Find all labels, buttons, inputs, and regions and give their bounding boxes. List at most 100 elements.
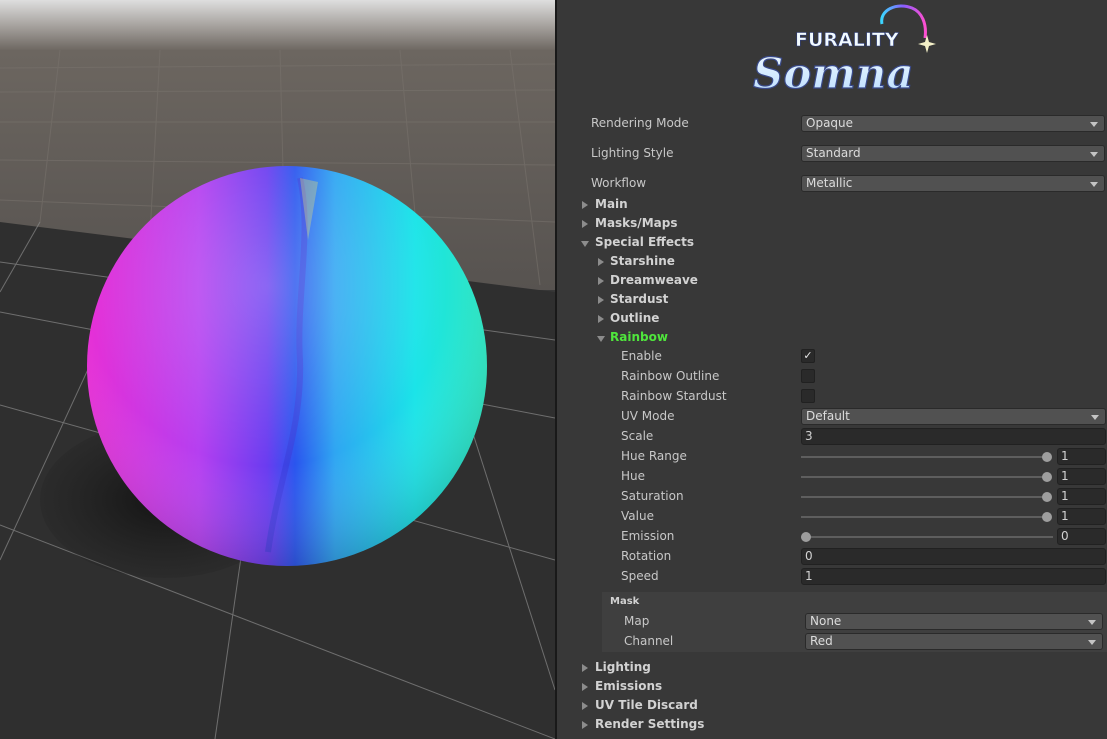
rotation-row: Rotation 0 <box>557 547 1107 566</box>
section-render-settings-label: Render Settings <box>595 717 705 731</box>
subsection-outline[interactable]: Outline <box>557 309 1107 328</box>
rainbow-outline-checkbox[interactable] <box>801 369 815 383</box>
scale-row: Scale 3 <box>557 427 1107 446</box>
scene-viewport <box>0 0 555 739</box>
uv-mode-label: UV Mode <box>621 409 675 423</box>
value-label: Value <box>621 509 654 523</box>
enable-label: Enable <box>621 349 662 363</box>
speed-row: Speed 1 <box>557 567 1107 586</box>
section-main-label: Main <box>595 197 628 211</box>
mask-channel-label: Channel <box>624 634 674 648</box>
hue-slider-thumb[interactable] <box>1042 472 1052 482</box>
hue-value: 1 <box>1061 469 1069 483</box>
section-emissions[interactable]: Emissions <box>557 677 1107 696</box>
hue-range-slider-track[interactable] <box>801 456 1047 458</box>
value-row: Value 1 <box>557 507 1107 526</box>
section-render-settings[interactable]: Render Settings <box>557 715 1107 734</box>
section-main[interactable]: Main <box>557 195 1107 214</box>
subsection-stardust-label: Stardust <box>610 292 669 306</box>
section-lighting-label: Lighting <box>595 660 651 674</box>
saturation-value: 1 <box>1061 489 1069 503</box>
svg-text:Somna: Somna <box>753 49 914 98</box>
saturation-slider-thumb[interactable] <box>1042 492 1052 502</box>
scene-view[interactable] <box>0 0 555 739</box>
section-special-effects-label: Special Effects <box>595 235 695 249</box>
scale-input[interactable]: 3 <box>801 428 1106 445</box>
saturation-input[interactable]: 1 <box>1057 488 1106 505</box>
hue-label: Hue <box>621 469 646 483</box>
chevron-down-icon <box>1091 415 1099 420</box>
subsection-rainbow[interactable]: Rainbow <box>557 328 1107 347</box>
emission-slider-track[interactable] <box>801 536 1053 538</box>
speed-input[interactable]: 1 <box>801 568 1106 585</box>
mask-map-row: Map None <box>557 612 1107 631</box>
enable-checkbox[interactable]: ✓ <box>801 349 815 363</box>
lighting-style-dropdown[interactable]: Standard <box>801 145 1105 162</box>
rainbow-stardust-label: Rainbow Stardust <box>621 389 727 403</box>
chevron-down-icon <box>1088 640 1096 645</box>
hue-range-slider-thumb[interactable] <box>1042 452 1052 462</box>
uv-mode-value: Default <box>806 409 850 423</box>
foldout-collapsed-icon <box>582 664 588 672</box>
hue-row: Hue 1 <box>557 467 1107 486</box>
rendering-mode-dropdown[interactable]: Opaque <box>801 115 1105 132</box>
workflow-dropdown[interactable]: Metallic <box>801 175 1105 192</box>
foldout-collapsed-icon <box>582 220 588 228</box>
mask-channel-dropdown[interactable]: Red <box>805 633 1103 650</box>
hue-range-row: Hue Range 1 <box>557 447 1107 466</box>
emission-input[interactable]: 0 <box>1057 528 1106 545</box>
scale-value: 3 <box>805 429 813 443</box>
svg-text:FURALITY: FURALITY <box>795 29 899 51</box>
subsection-starshine[interactable]: Starshine <box>557 252 1107 271</box>
subsection-rainbow-label: Rainbow <box>610 330 668 344</box>
uv-mode-dropdown[interactable]: Default <box>801 408 1106 425</box>
foldout-collapsed-icon <box>582 721 588 729</box>
rotation-label: Rotation <box>621 549 672 563</box>
checkmark-icon: ✓ <box>803 349 813 362</box>
foldout-collapsed-icon <box>582 702 588 710</box>
rainbow-stardust-row: Rainbow Stardust <box>557 387 1107 406</box>
section-uv-tile-discard-label: UV Tile Discard <box>595 698 698 712</box>
subsection-dreamweave[interactable]: Dreamweave <box>557 271 1107 290</box>
section-uv-tile-discard[interactable]: UV Tile Discard <box>557 696 1107 715</box>
hue-range-label: Hue Range <box>621 449 687 463</box>
rainbow-outline-label: Rainbow Outline <box>621 369 720 383</box>
speed-value: 1 <box>805 569 813 583</box>
section-masks-maps[interactable]: Masks/Maps <box>557 214 1107 233</box>
value-input[interactable]: 1 <box>1057 508 1106 525</box>
mask-title: Mask <box>610 596 640 607</box>
workflow-row: Workflow Metallic <box>557 174 1107 193</box>
material-inspector: FURALITY Somna Rendering Mode Opaque Lig… <box>557 0 1107 739</box>
emission-slider-thumb[interactable] <box>801 532 811 542</box>
chevron-down-icon <box>1090 152 1098 157</box>
foldout-expanded-icon <box>597 336 605 342</box>
workflow-value: Metallic <box>806 176 853 190</box>
foldout-collapsed-icon <box>598 277 604 285</box>
emission-label: Emission <box>621 529 675 543</box>
foldout-collapsed-icon <box>598 258 604 266</box>
rotation-input[interactable]: 0 <box>801 548 1106 565</box>
rainbow-stardust-checkbox[interactable] <box>801 389 815 403</box>
saturation-slider-track[interactable] <box>801 496 1047 498</box>
chevron-down-icon <box>1088 620 1096 625</box>
lighting-style-label: Lighting Style <box>591 146 674 160</box>
saturation-label: Saturation <box>621 489 684 503</box>
section-special-effects[interactable]: Special Effects <box>557 233 1107 252</box>
rendering-mode-value: Opaque <box>806 116 854 130</box>
section-lighting[interactable]: Lighting <box>557 658 1107 677</box>
subsection-starshine-label: Starshine <box>610 254 675 268</box>
section-emissions-label: Emissions <box>595 679 663 693</box>
uv-mode-row: UV Mode Default <box>557 407 1107 426</box>
hue-slider-track[interactable] <box>801 476 1047 478</box>
subsection-stardust[interactable]: Stardust <box>557 290 1107 309</box>
emission-value: 0 <box>1061 529 1069 543</box>
rendering-mode-label: Rendering Mode <box>591 116 689 130</box>
mask-map-dropdown[interactable]: None <box>805 613 1103 630</box>
foldout-collapsed-icon <box>582 201 588 209</box>
hue-range-input[interactable]: 1 <box>1057 448 1106 465</box>
scale-label: Scale <box>621 429 654 443</box>
value-slider-thumb[interactable] <box>1042 512 1052 522</box>
value-slider-track[interactable] <box>801 516 1047 518</box>
emission-row: Emission 0 <box>557 527 1107 546</box>
hue-input[interactable]: 1 <box>1057 468 1106 485</box>
